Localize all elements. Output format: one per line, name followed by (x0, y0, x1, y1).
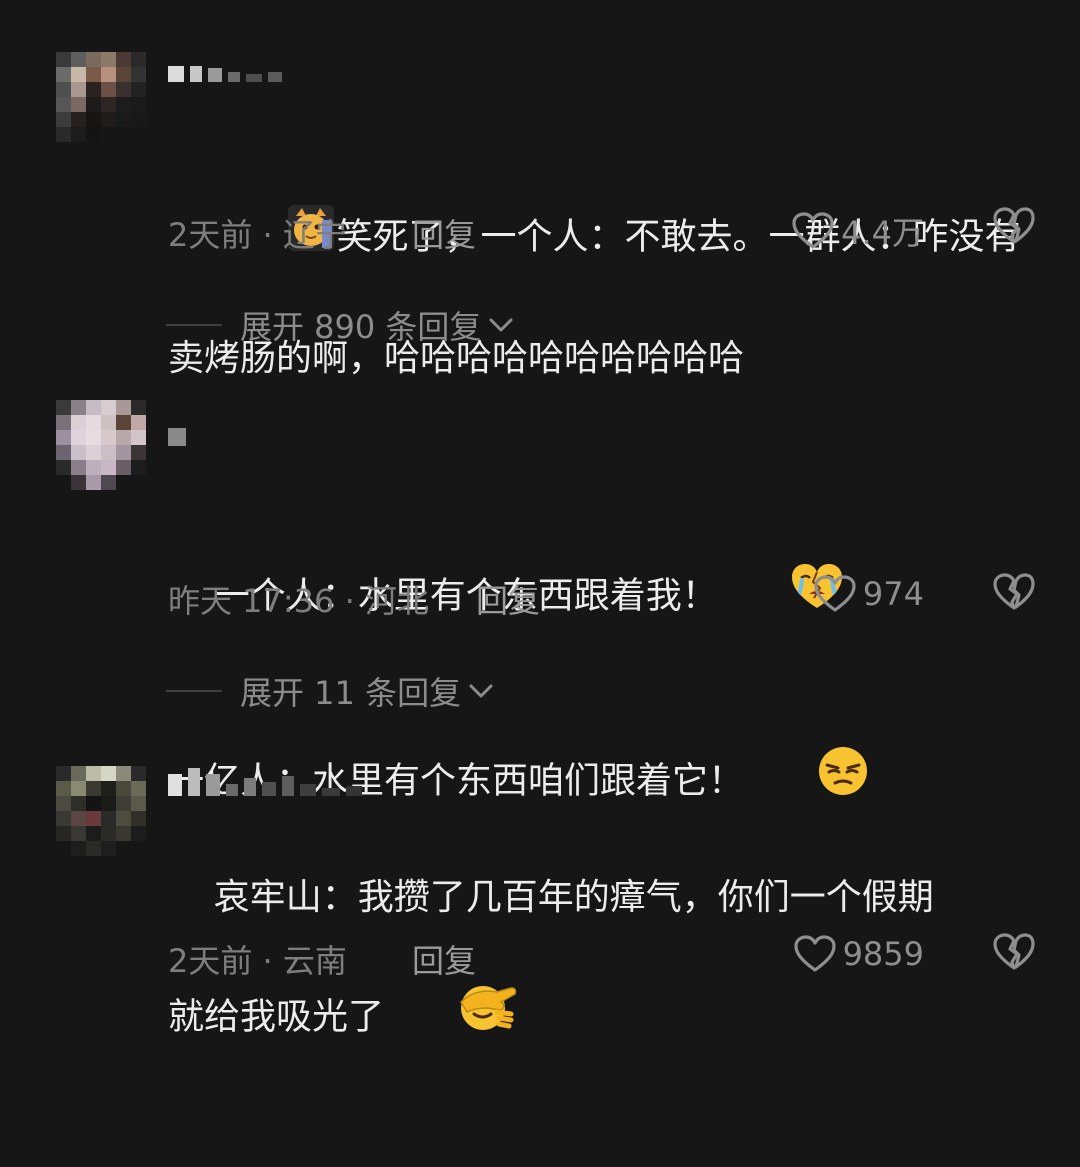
comment-meta: 2天前 · 辽宁 回复 4.4万 (168, 207, 1040, 256)
dislike-button[interactable] (992, 206, 1036, 254)
divider-line (166, 690, 222, 692)
heart-icon (792, 212, 834, 249)
reply-button[interactable]: 回复 (476, 576, 540, 622)
heart-icon (814, 575, 856, 612)
like-button[interactable]: 4.4万 (791, 208, 924, 254)
avatar[interactable] (56, 52, 146, 142)
reply-button[interactable]: 回复 (412, 936, 476, 982)
chevron-down-icon (469, 684, 493, 698)
divider-line (166, 324, 222, 326)
heart-icon (793, 935, 836, 972)
username-censored[interactable] (168, 768, 362, 796)
comment-text-line2: 就给我吸光了 (168, 996, 385, 1038)
avatar[interactable] (56, 400, 146, 490)
dislike-button[interactable] (992, 932, 1036, 980)
like-count: 9859 (842, 935, 924, 973)
like-button[interactable]: 9859 (793, 934, 924, 974)
chevron-down-icon (489, 318, 513, 332)
comment-text: 哀牢山：我攒了几百年的瘴气，你们一个假期就给我吸光了 (168, 814, 1048, 1167)
comment-meta: 2天前 · 云南 回复 9859 (168, 933, 1040, 982)
comment-text-line1: 哀牢山：我攒了几百年的瘴气，你们一个假期 (213, 877, 934, 918)
expand-replies-button[interactable]: 展开 11 条回复 (166, 668, 495, 714)
time-location: 2天前 · 辽宁 (168, 216, 347, 254)
avatar[interactable] (56, 766, 146, 856)
expand-replies-button[interactable]: 展开 890 条回复 (166, 302, 515, 348)
like-count: 974 (862, 575, 924, 613)
dislike-button[interactable] (992, 572, 1036, 620)
like-button[interactable]: 974 (813, 574, 924, 614)
username-censored[interactable] (168, 54, 282, 82)
reply-button[interactable]: 回复 (412, 210, 476, 256)
expand-replies-label: 展开 11 条回复 (240, 674, 462, 712)
broken-heart-icon (993, 573, 1035, 610)
username-censored[interactable] (168, 418, 186, 446)
time-location: 昨天 17:36 · 河北 (168, 582, 429, 620)
broken-heart-icon (993, 207, 1035, 244)
time-location: 2天前 · 云南 (168, 942, 347, 980)
comment-meta: 昨天 17:36 · 河北 回复 974 (168, 573, 1040, 622)
expand-replies-label: 展开 890 条回复 (240, 308, 482, 346)
comment-text: 笑死了，一个人：不敢去。一群人：咋没有 卖烤肠的啊，哈哈哈哈哈哈哈哈哈哈 (168, 90, 1048, 443)
broken-heart-icon (993, 933, 1035, 970)
like-count: 4.4万 (841, 214, 924, 252)
